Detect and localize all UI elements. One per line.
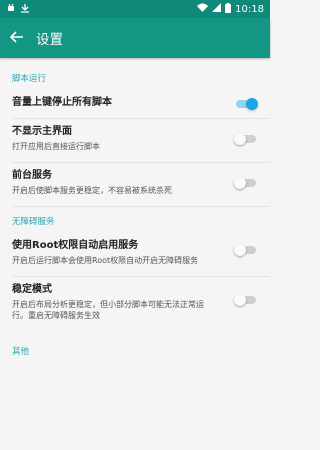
clock: 10:18 [235, 3, 264, 15]
android-notification-icon [6, 3, 16, 16]
setting-title: 前台服务 [12, 170, 52, 181]
volume-stop-toggle[interactable] [236, 98, 258, 110]
setting-stable-mode[interactable]: 稳定模式 开启后布局分析更稳定，但小部分脚本可能无法正常运行。重启无障碍服务生效 [0, 277, 270, 331]
setting-hide-main[interactable]: 不显示主界面 打开应用后直接运行脚本 [0, 119, 270, 162]
section-header-script-run: 脚本运行 [12, 74, 47, 84]
root-enable-toggle[interactable] [234, 244, 256, 256]
page-title: 设置 [36, 32, 63, 48]
setting-title: 稳定模式 [12, 284, 52, 295]
setting-root-enable[interactable]: 使用Root权限自动启用服务 开启后运行脚本会使用Root权限自动开启无障碍服务 [0, 233, 270, 276]
back-arrow-icon[interactable] [9, 29, 24, 48]
download-notification-icon [20, 3, 30, 16]
wifi-icon [197, 3, 209, 15]
status-bar: 10:18 [0, 0, 270, 18]
app-bar: 设置 [0, 18, 270, 58]
setting-title: 使用Root权限自动启用服务 [12, 240, 139, 251]
setting-volume-stop[interactable]: 音量上键停止所有脚本 [0, 90, 270, 118]
setting-subtitle: 开启后运行脚本会使用Root权限自动开启无障碍服务 [12, 256, 199, 265]
setting-title: 音量上键停止所有脚本 [12, 97, 112, 108]
setting-foreground[interactable]: 前台服务 开启后使脚本服务更稳定，不容易被系统杀死 [0, 163, 270, 206]
battery-icon [225, 2, 232, 16]
setting-title: 不显示主界面 [12, 126, 72, 137]
setting-subtitle: 开启后使脚本服务更稳定，不容易被系统杀死 [12, 186, 172, 195]
foreground-toggle[interactable] [234, 177, 256, 189]
hide-main-toggle[interactable] [234, 133, 256, 145]
setting-subtitle: 打开应用后直接运行脚本 [12, 142, 100, 151]
signal-icon [212, 3, 222, 15]
stable-mode-toggle[interactable] [234, 294, 256, 306]
section-header-other: 其他 [12, 347, 30, 357]
section-header-accessibility: 无障碍服务 [12, 217, 55, 227]
setting-subtitle: 开启后布局分析更稳定，但小部分脚本可能无法正常运行。重启无障碍服务生效 [12, 300, 204, 320]
